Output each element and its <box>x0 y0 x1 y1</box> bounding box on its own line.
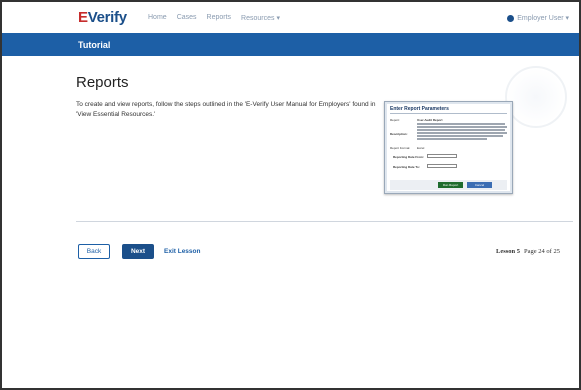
page-frame <box>0 0 581 390</box>
modal-desc-line <box>417 138 487 140</box>
dhs-seal-watermark <box>505 66 567 128</box>
modal-report-label: Report: <box>390 118 400 122</box>
modal-description-label: Description: <box>390 132 408 136</box>
tutorial-banner: Tutorial <box>2 33 579 56</box>
main-nav: Home Cases Reports Resources ▾ <box>148 14 290 22</box>
banner-title: Tutorial <box>78 40 111 50</box>
page-description: To create and view reports, follow the s… <box>76 101 376 118</box>
modal-desc-line <box>417 129 505 131</box>
modal-desc-line <box>417 123 505 125</box>
lesson-number: Lesson 5 <box>496 248 521 255</box>
next-button[interactable]: Next <box>122 244 154 259</box>
modal-title: Enter Report Parameters <box>390 106 449 112</box>
modal-from-label: Reporting Date From: <box>393 155 424 159</box>
modal-desc-line <box>417 132 507 134</box>
modal-divider <box>390 113 507 114</box>
user-menu[interactable]: Employer User ▾ <box>507 14 569 22</box>
nav-reports[interactable]: Reports <box>207 14 232 22</box>
top-navbar: EVerify Home Cases Reports Resources ▾ E… <box>2 2 579 32</box>
page-counter: Page 24 of 25 <box>524 248 560 255</box>
modal-format-option: Excel <box>417 146 425 150</box>
modal-report-value: User Audit Report <box>417 118 443 122</box>
modal-desc-line <box>417 135 503 137</box>
modal-to-label: Reporting Date To: <box>393 165 420 169</box>
modal-format-label: Report Format: <box>390 146 411 150</box>
nav-resources[interactable]: Resources ▾ <box>241 14 280 22</box>
modal-from-input <box>427 154 457 158</box>
modal-body: Enter Report Parameters Report: User Aud… <box>387 104 510 191</box>
lesson-progress: Lesson 5 Page 24 of 25 <box>496 248 560 255</box>
run-report-button: Run Report <box>438 182 463 188</box>
user-label: Employer User ▾ <box>517 15 569 22</box>
modal-desc-line <box>417 126 507 128</box>
logo-e: E <box>78 9 88 26</box>
modal-to-input <box>427 164 457 168</box>
report-parameters-screenshot: Enter Report Parameters Report: User Aud… <box>384 101 513 194</box>
footer-divider <box>76 221 573 222</box>
logo-verify: Verify <box>87 9 127 26</box>
everify-logo[interactable]: EVerify <box>78 9 127 26</box>
back-button[interactable]: Back <box>78 244 110 259</box>
cancel-button: Cancel <box>467 182 492 188</box>
nav-home[interactable]: Home <box>148 14 167 22</box>
nav-cases[interactable]: Cases <box>177 14 197 22</box>
page-title: Reports <box>76 74 129 91</box>
user-circle-icon <box>507 14 515 22</box>
exit-lesson-link[interactable]: Exit Lesson <box>164 248 200 255</box>
